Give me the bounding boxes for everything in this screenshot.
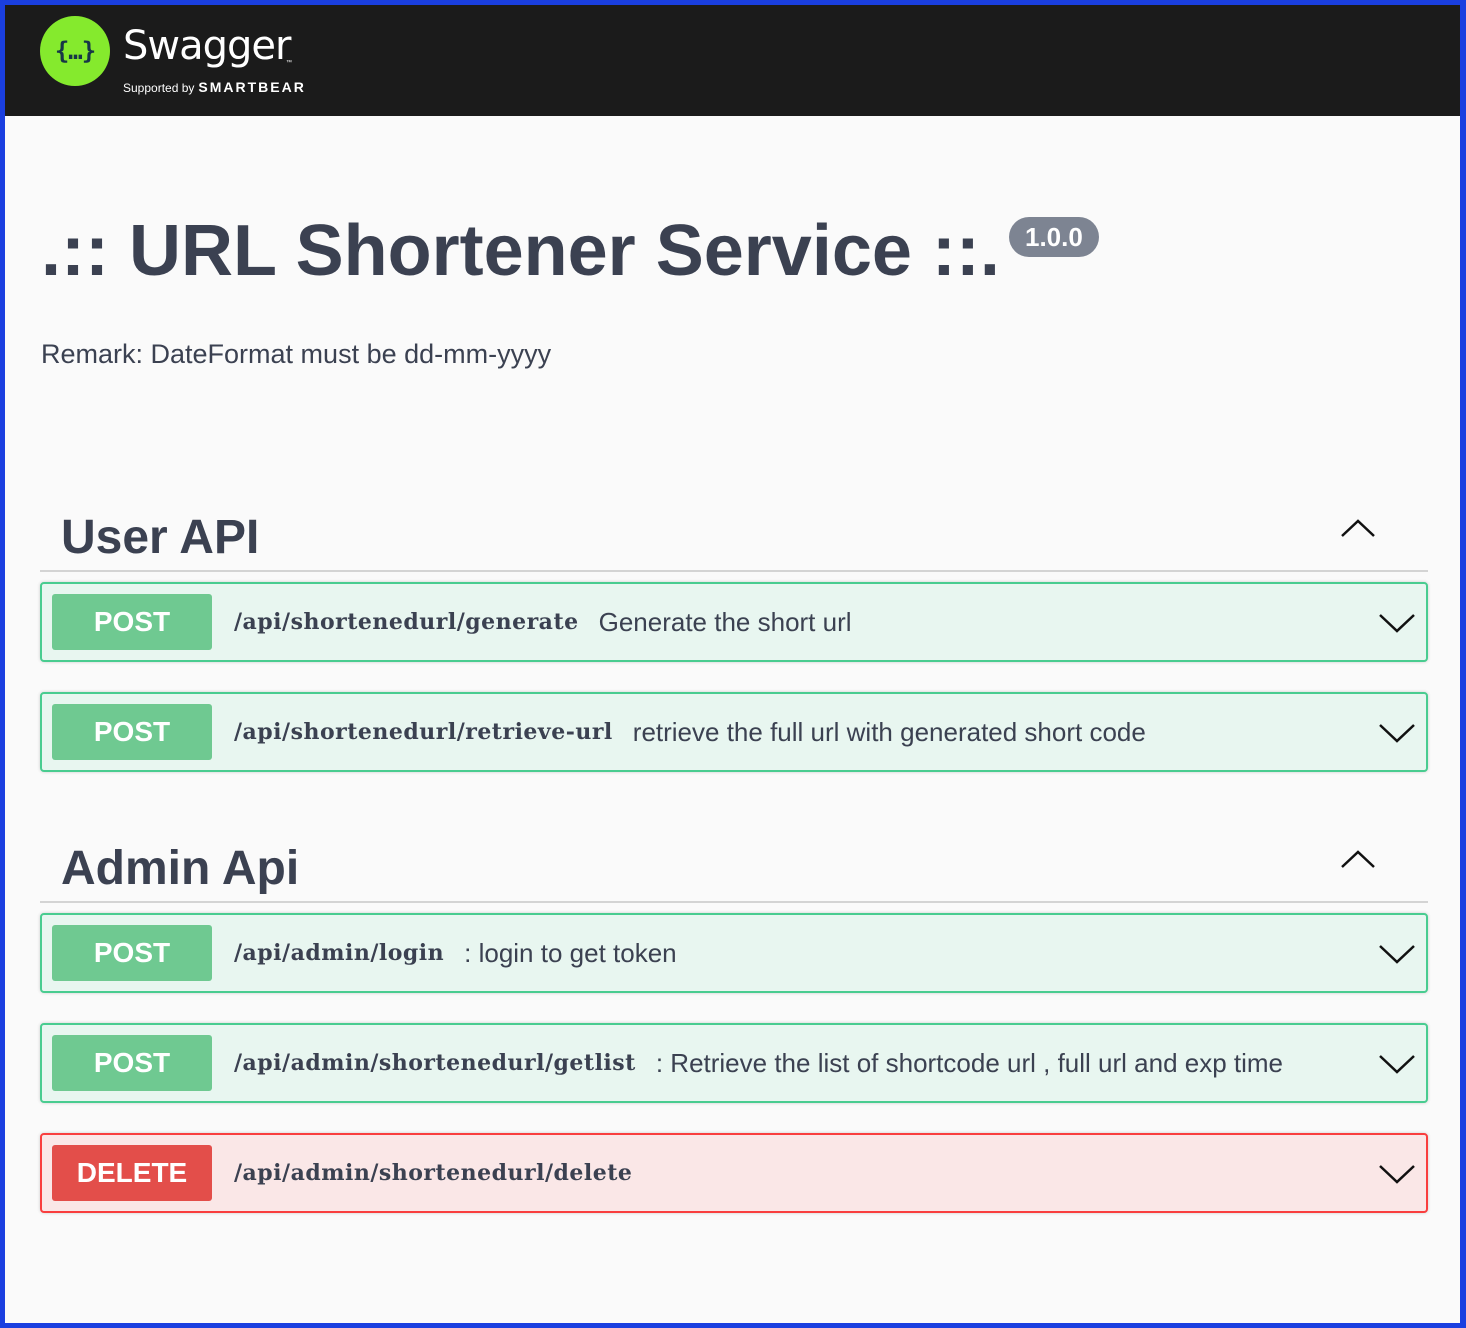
section-title: User API [61, 511, 260, 564]
chevron-down-icon[interactable] [1378, 943, 1416, 965]
operation-summary: : login to get token [464, 937, 677, 968]
swagger-page: {…} Swagger ™ Supported by SMARTBEAR .:: … [5, 5, 1460, 1323]
chevron-down-icon[interactable] [1378, 722, 1416, 744]
operation-path: /api/admin/shortenedurl/getlist [234, 1050, 636, 1076]
operation-delete-shortenedurl[interactable]: DELETE /api/admin/shortenedurl/delete [40, 1133, 1428, 1213]
operation-path: /api/admin/shortenedurl/delete [234, 1160, 633, 1186]
operation-post-retrieve-url[interactable]: POST /api/shortenedurl/retrieve-url retr… [40, 692, 1428, 772]
method-badge: POST [52, 594, 212, 650]
chevron-up-icon[interactable] [1340, 849, 1376, 869]
top-bar: {…} Swagger ™ Supported by SMARTBEAR [5, 5, 1460, 116]
brand-name[interactable]: Swagger [123, 23, 291, 69]
operation-post-getlist[interactable]: POST /api/admin/shortenedurl/getlist : R… [40, 1023, 1428, 1103]
swagger-logo-icon[interactable]: {…} [40, 16, 110, 86]
chevron-down-icon[interactable] [1378, 612, 1416, 634]
page-title: .:: URL Shortener Service ::. [41, 211, 1000, 291]
smartbear-label: SMARTBEAR [198, 79, 306, 95]
operation-summary-line: /api/admin/login : login to get token [234, 915, 677, 991]
operation-summary-line: /api/shortenedurl/retrieve-url retrieve … [234, 694, 1146, 770]
operation-summary-line: /api/admin/shortenedurl/getlist : Retrie… [234, 1025, 1283, 1101]
chevron-down-icon[interactable] [1378, 1163, 1416, 1185]
operation-summary: Generate the short url [598, 606, 852, 637]
operation-summary-line: /api/admin/shortenedurl/delete [234, 1135, 652, 1211]
operation-summary-line: /api/shortenedurl/generate Generate the … [234, 584, 852, 660]
brand-trademark: ™ [286, 60, 292, 66]
operation-path: /api/shortenedurl/retrieve-url [234, 719, 613, 745]
version-badge: 1.0.0 [1009, 217, 1099, 257]
section-title: Admin Api [61, 842, 300, 895]
operation-path: /api/admin/login [234, 940, 445, 966]
operation-summary: retrieve the full url with generated sho… [632, 716, 1146, 747]
chevron-down-icon[interactable] [1378, 1053, 1416, 1075]
method-badge: POST [52, 925, 212, 981]
method-badge: DELETE [52, 1145, 212, 1201]
method-badge: POST [52, 704, 212, 760]
operation-post-generate[interactable]: POST /api/shortenedurl/generate Generate… [40, 582, 1428, 662]
operation-summary: : Retrieve the list of shortcode url , f… [655, 1047, 1284, 1078]
operation-post-login[interactable]: POST /api/admin/login : login to get tok… [40, 913, 1428, 993]
section-header-user-api[interactable]: User API [40, 490, 1428, 572]
operation-path: /api/shortenedurl/generate [234, 609, 579, 635]
section-header-admin-api[interactable]: Admin Api [40, 821, 1428, 903]
brand-subtitle: Supported by SMARTBEAR [123, 79, 306, 95]
supported-by-label: Supported by [123, 81, 195, 95]
method-badge: POST [52, 1035, 212, 1091]
chevron-up-icon[interactable] [1340, 518, 1376, 538]
api-description: Remark: DateFormat must be dd-mm-yyyy [41, 339, 552, 369]
